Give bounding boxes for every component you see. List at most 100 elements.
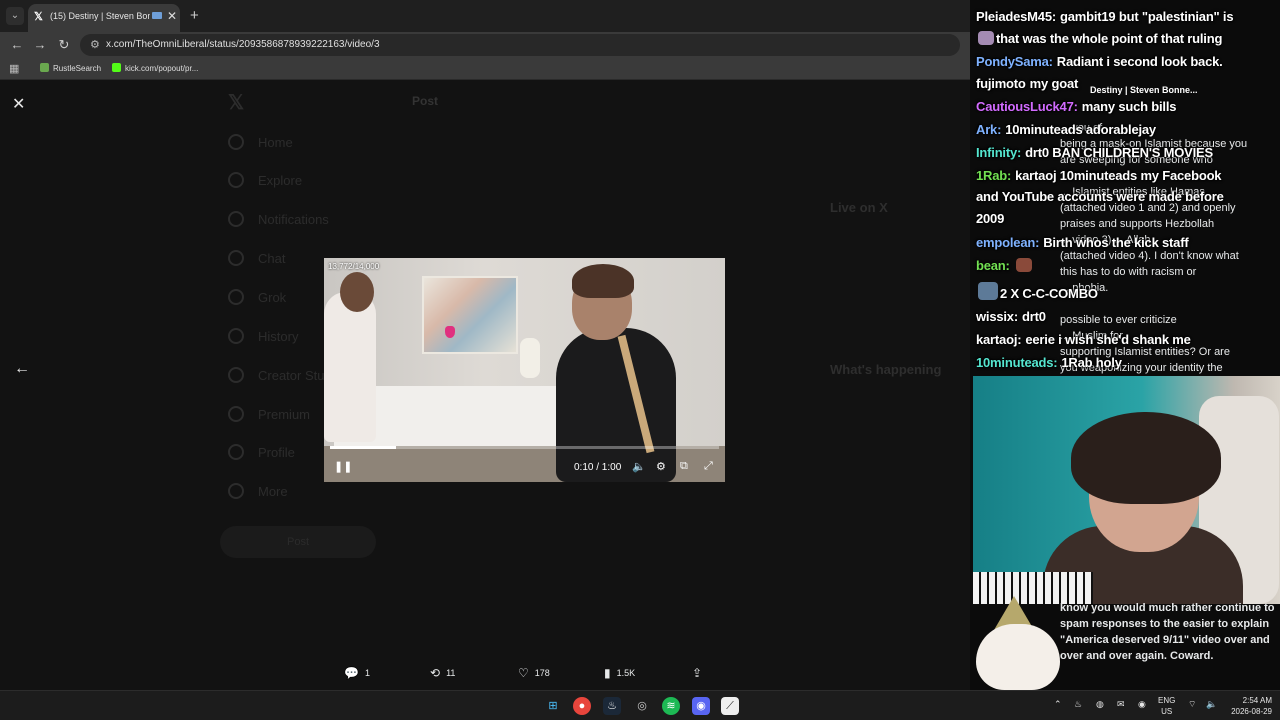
chat-message: 1Rab: kartaoj 10minuteads my Facebook — [976, 168, 1222, 183]
post-button[interactable]: Post — [220, 526, 376, 558]
app-icon[interactable]: ⟋ — [721, 697, 739, 715]
tray-mail-icon[interactable]: ✉ — [1117, 699, 1125, 710]
apps-grid-icon[interactable]: ▦ — [9, 62, 19, 75]
x-page: 𝕏 Home Explore Notifications Chat Grok H… — [0, 80, 970, 690]
discord-icon[interactable]: ◉ — [692, 697, 710, 715]
address-bar[interactable]: ⚙ x.com/TheOmniLiberal/status/2093586878… — [80, 34, 960, 56]
reply-button[interactable]: 💬 1 — [344, 666, 370, 680]
rocket-icon — [228, 367, 244, 383]
repost-button[interactable]: ⟲ 11 — [430, 666, 455, 680]
reload-icon[interactable]: ↻ — [55, 36, 73, 54]
chat-message: 2009 — [976, 211, 1005, 226]
tab-active[interactable]: 𝕏 (15) Destiny | Steven Bonne… ✕ — [28, 4, 180, 32]
bookmark-rustlesearch[interactable]: RustleSearch — [40, 63, 101, 73]
pause-icon[interactable]: ❚❚ — [334, 460, 352, 473]
tray-chevron-icon[interactable]: ⌃ — [1054, 699, 1062, 710]
chat-message: bean: — [976, 258, 1034, 273]
chat-message: wissix: drt0 — [976, 309, 1046, 324]
clock[interactable]: 2:54 AM 2026-08-29 — [1222, 695, 1272, 717]
url-text: x.com/TheOmniLiberal/status/209358687893… — [106, 39, 380, 50]
x-logo-icon: 𝕏 — [228, 92, 245, 114]
sidebar-item-more[interactable]: More — [228, 483, 288, 499]
chat-message: kartaoj: eerie i wish she'd shank me — [976, 332, 1191, 347]
share-button[interactable]: ⇪ — [692, 666, 708, 680]
steam-icon[interactable]: ♨ — [603, 697, 621, 715]
video-time: 0:10 / 1:00 — [574, 462, 622, 473]
tray-steam-icon[interactable]: ♨ — [1074, 699, 1082, 710]
mascot-face — [976, 624, 1060, 690]
reply-icon: 💬 — [344, 666, 359, 680]
fullscreen-icon[interactable]: ⤢ — [704, 460, 713, 473]
sidebar-item-history[interactable]: History — [228, 328, 298, 344]
post-header: Post — [412, 94, 439, 108]
input-language[interactable]: ENG US — [1158, 695, 1175, 717]
sidebar-item-notifications[interactable]: Notifications — [228, 211, 329, 227]
views-button[interactable]: ▮ 1.5K — [604, 666, 635, 680]
new-tab-button[interactable]: + — [190, 7, 199, 24]
bookmark-kick[interactable]: kick.com/popout/pr... — [112, 63, 198, 73]
sidebar-item-chat[interactable]: Chat — [228, 250, 285, 266]
pip-icon[interactable]: ⧉ — [680, 460, 688, 473]
settings-icon[interactable]: ⚙ — [656, 460, 666, 473]
previous-arrow-icon[interactable]: ← — [14, 360, 30, 378]
tray-discord-icon[interactable]: ◉ — [1138, 699, 1146, 710]
stream-chat: PleiadesM45: gambit19 but "palestinian" i… — [976, 0, 1280, 376]
video-lamp — [520, 338, 540, 378]
close-tab-icon[interactable]: ✕ — [167, 9, 177, 23]
chat-message: Ark: 10minuteads adorablejay — [976, 122, 1156, 137]
tray-app-icon[interactable]: ◍ — [1096, 699, 1104, 710]
site-info-icon[interactable]: ⚙ — [90, 38, 100, 51]
live-on-x-header: Live on X — [830, 200, 888, 215]
profile-icon — [228, 444, 244, 460]
whats-happening-header: What's happening — [830, 362, 942, 377]
video-person-right-hair — [572, 264, 634, 298]
chat-message: PondySama: Radiant i second look back. — [976, 54, 1223, 69]
tab-strip: ⌄ 𝕏 (15) Destiny | Steven Bonne… ✕ + — [0, 0, 970, 32]
back-icon[interactable]: ← — [8, 36, 26, 54]
volume-icon[interactable]: 🔈 — [632, 460, 646, 473]
chat-message: fujimoto my goat — [976, 76, 1079, 91]
tab-title: (15) Destiny | Steven Bonne… — [50, 11, 150, 21]
share-icon: ⇪ — [692, 666, 703, 680]
spotify-icon[interactable]: ≋ — [662, 697, 680, 715]
chrome-icon[interactable]: ● — [573, 697, 591, 715]
video-watermark: 13,772/14,000 — [328, 262, 380, 271]
wifi-icon[interactable]: ⌔ — [1188, 699, 1196, 710]
premium-icon — [228, 406, 244, 422]
chat-icon — [228, 250, 244, 266]
repost-icon: ⟲ — [430, 666, 441, 680]
obs-icon[interactable]: ◎ — [633, 697, 651, 715]
browser-toolbar: ← → ↻ ⚙ x.com/TheOmniLiberal/status/2093… — [0, 32, 970, 58]
x-favicon-icon: 𝕏 — [34, 11, 43, 23]
emote-icon — [1015, 258, 1032, 272]
grok-icon — [228, 289, 244, 305]
chat-message: and YouTube accounts were made before — [976, 189, 1224, 204]
chat-message: 10minuteads: 1Rab holy — [976, 355, 1122, 370]
chat-message: CautiousLuck47: many such bills — [976, 99, 1177, 114]
video-progress-fill — [330, 446, 397, 449]
chat-message: empolean: Birth whos the kick staff — [976, 235, 1189, 250]
video-player[interactable]: 13,772/14,000 ❚❚ 0:10 / 1:00 🔈 ⚙ ⧉ ⤢ — [324, 258, 725, 482]
video-painting — [422, 276, 518, 354]
windows-start-icon[interactable]: ⊞ — [544, 697, 562, 715]
volume-tray-icon[interactable]: 🔈 — [1206, 699, 1217, 710]
tab-search-button[interactable]: ⌄ — [6, 7, 24, 25]
like-button[interactable]: ♡ 178 — [518, 666, 550, 680]
screen: ⌄ 𝕏 (15) Destiny | Steven Bonne… ✕ + ← →… — [0, 0, 1280, 720]
sidebar-item-explore[interactable]: Explore — [228, 172, 302, 188]
bookmark-icon — [228, 328, 244, 344]
heart-icon: ♡ — [518, 666, 529, 680]
sidebar-item-profile[interactable]: Profile — [228, 444, 295, 460]
sidebar-item-grok[interactable]: Grok — [228, 289, 286, 305]
chat-message: 2 X C-C-COMBO — [976, 282, 1098, 301]
cursor-icon — [445, 326, 455, 338]
webcam-feed — [973, 376, 1280, 604]
forward-icon[interactable]: → — [31, 36, 49, 54]
video-progress-bar[interactable] — [330, 446, 719, 449]
sidebar-item-premium[interactable]: Premium — [228, 406, 310, 422]
chat-message: Infinity: drt0 BAN CHILDREN'S MOVIES — [976, 145, 1213, 160]
chat-message: that was the whole point of that ruling — [976, 31, 1222, 46]
bell-icon — [228, 211, 244, 227]
close-icon[interactable]: ✕ — [12, 94, 25, 114]
sidebar-item-home[interactable]: Home — [228, 134, 293, 150]
